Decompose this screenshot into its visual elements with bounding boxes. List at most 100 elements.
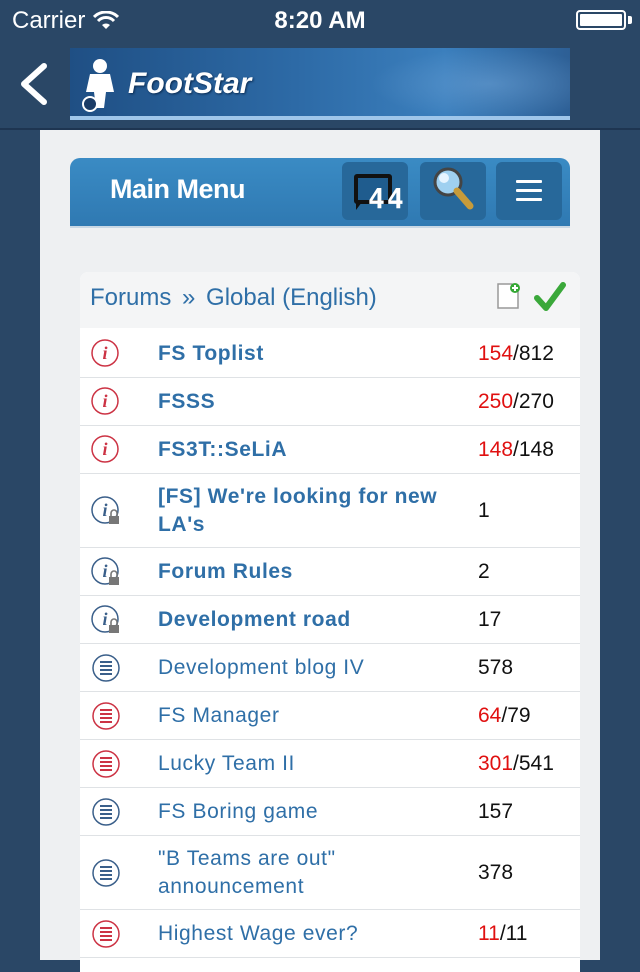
status-time: 8:20 AM bbox=[274, 7, 366, 34]
new-thread-icon bbox=[92, 701, 120, 730]
post-count: 2 bbox=[478, 560, 490, 584]
battery-icon bbox=[576, 10, 626, 30]
forum-topic-row[interactable]: Development blog IV 578 bbox=[80, 644, 580, 692]
info-icon: i bbox=[91, 386, 119, 415]
forum-topic-row[interactable]: FS Boring game 157 bbox=[80, 788, 580, 836]
forum-topic-row[interactable]: i FSSS 250/270 bbox=[80, 378, 580, 426]
footstar-logo: FootStar bbox=[78, 54, 288, 114]
main-menu-bar: Main Menu 44 bbox=[70, 158, 570, 228]
thread-icon bbox=[92, 858, 120, 887]
svg-text:i: i bbox=[102, 500, 107, 520]
breadcrumb-current[interactable]: Global (English) bbox=[206, 284, 377, 311]
new-post-count: 148 bbox=[478, 437, 514, 461]
hamburger-icon bbox=[516, 180, 542, 207]
header-banner[interactable]: FootStar bbox=[70, 48, 570, 120]
total-post-count: /541 bbox=[513, 751, 554, 775]
menu-button[interactable] bbox=[496, 162, 562, 220]
locked-info-icon: i bbox=[91, 604, 119, 633]
thread-icon bbox=[92, 797, 120, 826]
total-post-count: /11 bbox=[499, 921, 528, 945]
forum-topic-row[interactable]: "B Teams are out" announcement 378 bbox=[80, 836, 580, 910]
topic-title[interactable]: Highest Wage ever? bbox=[158, 920, 458, 948]
search-button[interactable] bbox=[420, 162, 486, 220]
status-bar: Carrier 8:20 AM bbox=[0, 0, 640, 40]
svg-text:i: i bbox=[102, 609, 107, 629]
post-count: 11/11 bbox=[478, 922, 527, 946]
breadcrumb-separator: » bbox=[182, 284, 196, 311]
topic-title[interactable]: Lucky Team II bbox=[158, 750, 458, 778]
search-icon bbox=[433, 167, 474, 210]
main-menu-title: Main Menu bbox=[110, 174, 246, 204]
total-post-count: /79 bbox=[501, 703, 531, 727]
topic-title[interactable]: Development road bbox=[158, 606, 458, 634]
topic-title[interactable]: FS Boring game bbox=[158, 798, 458, 826]
new-thread-icon bbox=[92, 919, 120, 948]
info-icon: i bbox=[91, 338, 119, 367]
banner-underline bbox=[70, 116, 570, 120]
logo-text: FootStar bbox=[128, 67, 252, 100]
topic-title[interactable]: FS Manager bbox=[158, 702, 458, 730]
topic-title[interactable]: [FS] We're looking for new LA's bbox=[158, 483, 458, 539]
svg-text:i: i bbox=[102, 439, 107, 459]
total-post-count: /812 bbox=[513, 341, 554, 365]
total-post-count: /148 bbox=[513, 437, 554, 461]
topic-title[interactable]: FS Toplist bbox=[158, 340, 458, 368]
forum-topic-row[interactable]: i FS3T::SeLiA 148/148 bbox=[80, 426, 580, 474]
topic-title[interactable]: FSSS bbox=[158, 388, 458, 416]
forum-topic-row[interactable]: i Development road 17 bbox=[80, 596, 580, 644]
forum-topic-row[interactable]: FS Manager 64/79 bbox=[80, 692, 580, 740]
new-post-count: 250 bbox=[478, 389, 514, 413]
battery-tip bbox=[628, 16, 632, 24]
new-post-count: 11 bbox=[478, 921, 500, 945]
total-post-count: 157 bbox=[478, 799, 514, 823]
svg-text:i: i bbox=[102, 391, 107, 411]
topic-title[interactable]: Forum Rules bbox=[158, 558, 458, 586]
post-count: 578 bbox=[478, 656, 513, 680]
new-post-count: 64 bbox=[478, 703, 502, 727]
topic-title[interactable]: "B Teams are out" announcement bbox=[158, 845, 458, 901]
locked-info-icon: i bbox=[91, 495, 119, 524]
back-icon[interactable] bbox=[16, 62, 52, 106]
nav-bar: FootStar bbox=[0, 40, 640, 130]
total-post-count: 2 bbox=[478, 559, 490, 583]
post-count: 148/148 bbox=[478, 438, 554, 462]
total-post-count: /270 bbox=[513, 389, 554, 413]
topic-title[interactable]: FS3T::SeLiA bbox=[158, 436, 458, 464]
forum-header: Forums » Global (English) bbox=[80, 272, 580, 328]
forum-topic-row[interactable]: i FS Toplist 154/812 bbox=[80, 330, 580, 378]
forum-topic-row[interactable]: i Forum Rules 2 bbox=[80, 548, 580, 596]
topic-title[interactable]: Development blog IV bbox=[158, 654, 458, 682]
breadcrumb-root[interactable]: Forums bbox=[90, 284, 171, 311]
message-count: 44 bbox=[368, 182, 406, 215]
post-count: 250/270 bbox=[478, 390, 554, 414]
new-topic-icon[interactable] bbox=[496, 282, 520, 310]
mark-read-icon[interactable] bbox=[534, 282, 566, 312]
player-icon bbox=[82, 59, 114, 112]
post-count: 1 bbox=[478, 499, 490, 523]
new-thread-icon bbox=[92, 749, 120, 778]
post-count: 378 bbox=[478, 861, 513, 885]
post-count: 64/79 bbox=[478, 704, 531, 728]
forum-topic-row[interactable]: Highest Wage ever? 11/11 bbox=[80, 910, 580, 958]
post-count: 154/812 bbox=[478, 342, 554, 366]
total-post-count: 17 bbox=[478, 607, 502, 631]
forum-topic-row[interactable]: i [FS] We're looking for new LA's 1 bbox=[80, 474, 580, 548]
svg-text:i: i bbox=[102, 343, 107, 363]
svg-text:i: i bbox=[102, 561, 107, 581]
locked-info-icon: i bbox=[91, 556, 119, 585]
messages-button[interactable]: 44 bbox=[342, 162, 408, 220]
thread-icon bbox=[92, 653, 120, 682]
total-post-count: 1 bbox=[478, 498, 490, 522]
post-count: 157 bbox=[478, 800, 513, 824]
forum-topic-row[interactable]: Lucky Team II 301/541 bbox=[80, 740, 580, 788]
content-panel: Main Menu 44 Forums » Global (English) i… bbox=[40, 130, 600, 972]
breadcrumb: Forums » Global (English) bbox=[90, 284, 377, 312]
post-count: 17 bbox=[478, 608, 501, 632]
post-count: 301/541 bbox=[478, 752, 554, 776]
total-post-count: 378 bbox=[478, 860, 514, 884]
new-post-count: 301 bbox=[478, 751, 514, 775]
forum-topic-list: i FS Toplist 154/812 i FSSS 250/270 i FS3T::SeL… bbox=[80, 330, 580, 958]
total-post-count: 578 bbox=[478, 655, 514, 679]
forum-box: Forums » Global (English) i FS Toplist 154… bbox=[80, 272, 580, 972]
chat-tail bbox=[356, 202, 362, 210]
